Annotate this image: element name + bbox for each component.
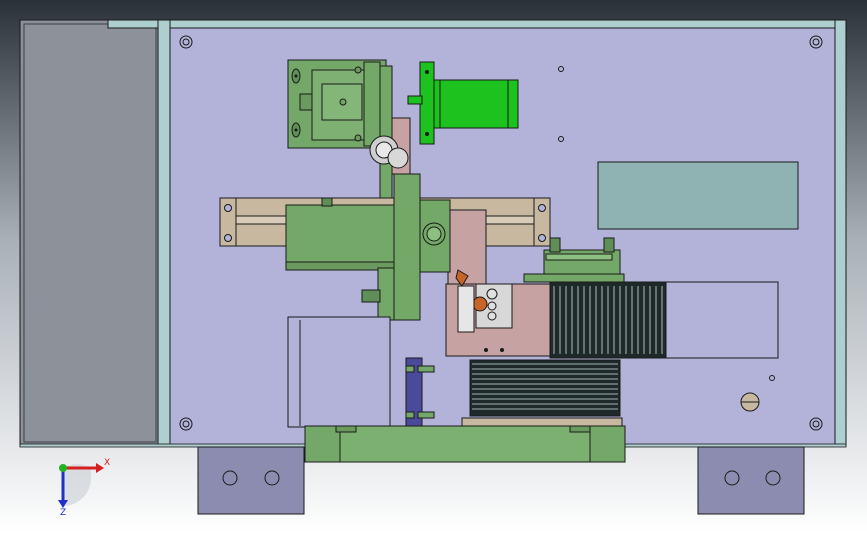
- lower-left-block[interactable]: [287, 316, 391, 428]
- cad-viewport[interactable]: X Z: [0, 0, 867, 533]
- vertical-bellows[interactable]: [469, 359, 621, 417]
- y-axis-dot: [59, 464, 67, 472]
- left-frame-post[interactable]: [157, 19, 171, 447]
- top-frame-rail[interactable]: [107, 19, 846, 29]
- z-axis-label: Z: [60, 508, 66, 518]
- cad-drawing[interactable]: X Z: [0, 0, 867, 533]
- x-axis-label: X: [104, 458, 110, 468]
- right-frame-post[interactable]: [834, 19, 847, 447]
- bellows-end-box[interactable]: [665, 281, 779, 359]
- adjuster-knob[interactable]: [740, 392, 760, 412]
- right-foot[interactable]: [697, 446, 805, 515]
- display-window[interactable]: [597, 161, 799, 230]
- left-foot[interactable]: [197, 446, 305, 515]
- left-side-panel[interactable]: [19, 19, 161, 447]
- horizontal-bellows[interactable]: [549, 281, 667, 359]
